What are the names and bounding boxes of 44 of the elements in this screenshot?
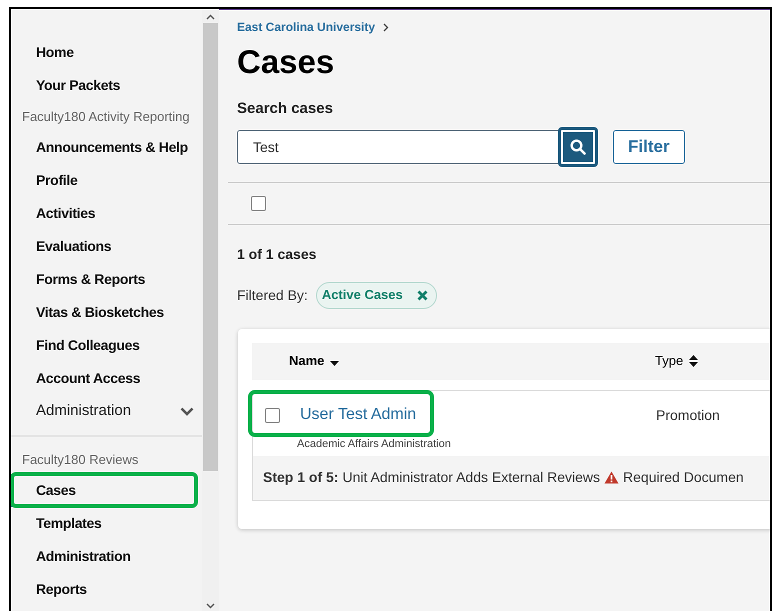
chevron-icon	[180, 407, 194, 416]
scroll-down-icon[interactable]	[206, 603, 215, 609]
scroll-up-icon[interactable]	[206, 14, 215, 20]
unit-name: Academic Affairs Administration	[297, 436, 451, 450]
column-header[interactable]: Type	[655, 351, 698, 371]
step-name: Unit Administrator Adds External Reviews	[342, 468, 600, 487]
sidebar-item[interactable]: Vitas & Biosketches	[11, 296, 202, 329]
search-button[interactable]	[558, 126, 598, 166]
result-count: 1 of 1 cases	[237, 244, 318, 264]
step-label: Step 1 of 5:	[263, 468, 338, 487]
sidebar-item[interactable]: Administration	[11, 540, 202, 573]
sidebar-item[interactable]: Templates	[11, 507, 202, 540]
search-field[interactable]: Test	[237, 130, 559, 164]
checkbox[interactable]	[251, 196, 266, 210]
chevron-right-icon	[383, 22, 390, 32]
sidebar-item[interactable]: Administration	[11, 395, 202, 428]
section-heading: Faculty180 Activity Reporting	[21, 108, 191, 126]
sidebar-item[interactable]: Evaluations	[11, 230, 202, 263]
section-heading: Faculty180 Reviews	[21, 450, 140, 469]
checkbox[interactable]	[265, 408, 280, 422]
breadcrumb-link[interactable]: East Carolina University	[237, 18, 376, 36]
sidebar-item[interactable]: Profile	[11, 164, 202, 197]
sidebar-item[interactable]: Home	[11, 36, 202, 69]
sidebar-item[interactable]: Find Colleagues	[11, 329, 202, 362]
sidebar-item[interactable]: Account Access	[11, 362, 202, 395]
page-title: Cases	[237, 42, 336, 82]
warning-text: Required Documen	[623, 468, 744, 487]
search-label: Search cases	[237, 99, 334, 119]
remove-filter-button[interactable]	[416, 290, 428, 300]
scrollbar-thumb[interactable]	[203, 23, 218, 471]
warning-icon	[604, 471, 620, 484]
chip-label: Active Cases	[322, 286, 403, 304]
case-type: Promotion	[656, 406, 720, 424]
close-icon	[416, 290, 428, 300]
sidebar-item[interactable]: Announcements & Help	[11, 131, 202, 164]
sidebar-item[interactable]: Activities	[11, 197, 202, 230]
sidebar-item[interactable]: Forms & Reports	[11, 263, 202, 296]
filter-label: Filtered By:	[237, 286, 308, 305]
search-icon	[570, 138, 586, 154]
case-name-link[interactable]: User Test Admin	[300, 403, 416, 427]
sidebar-item[interactable]: Reports	[11, 573, 202, 606]
column-header[interactable]: Name	[289, 351, 340, 371]
filter-button[interactable]: Filter	[613, 130, 685, 164]
sidebar-item[interactable]: Your Packets	[11, 69, 202, 102]
